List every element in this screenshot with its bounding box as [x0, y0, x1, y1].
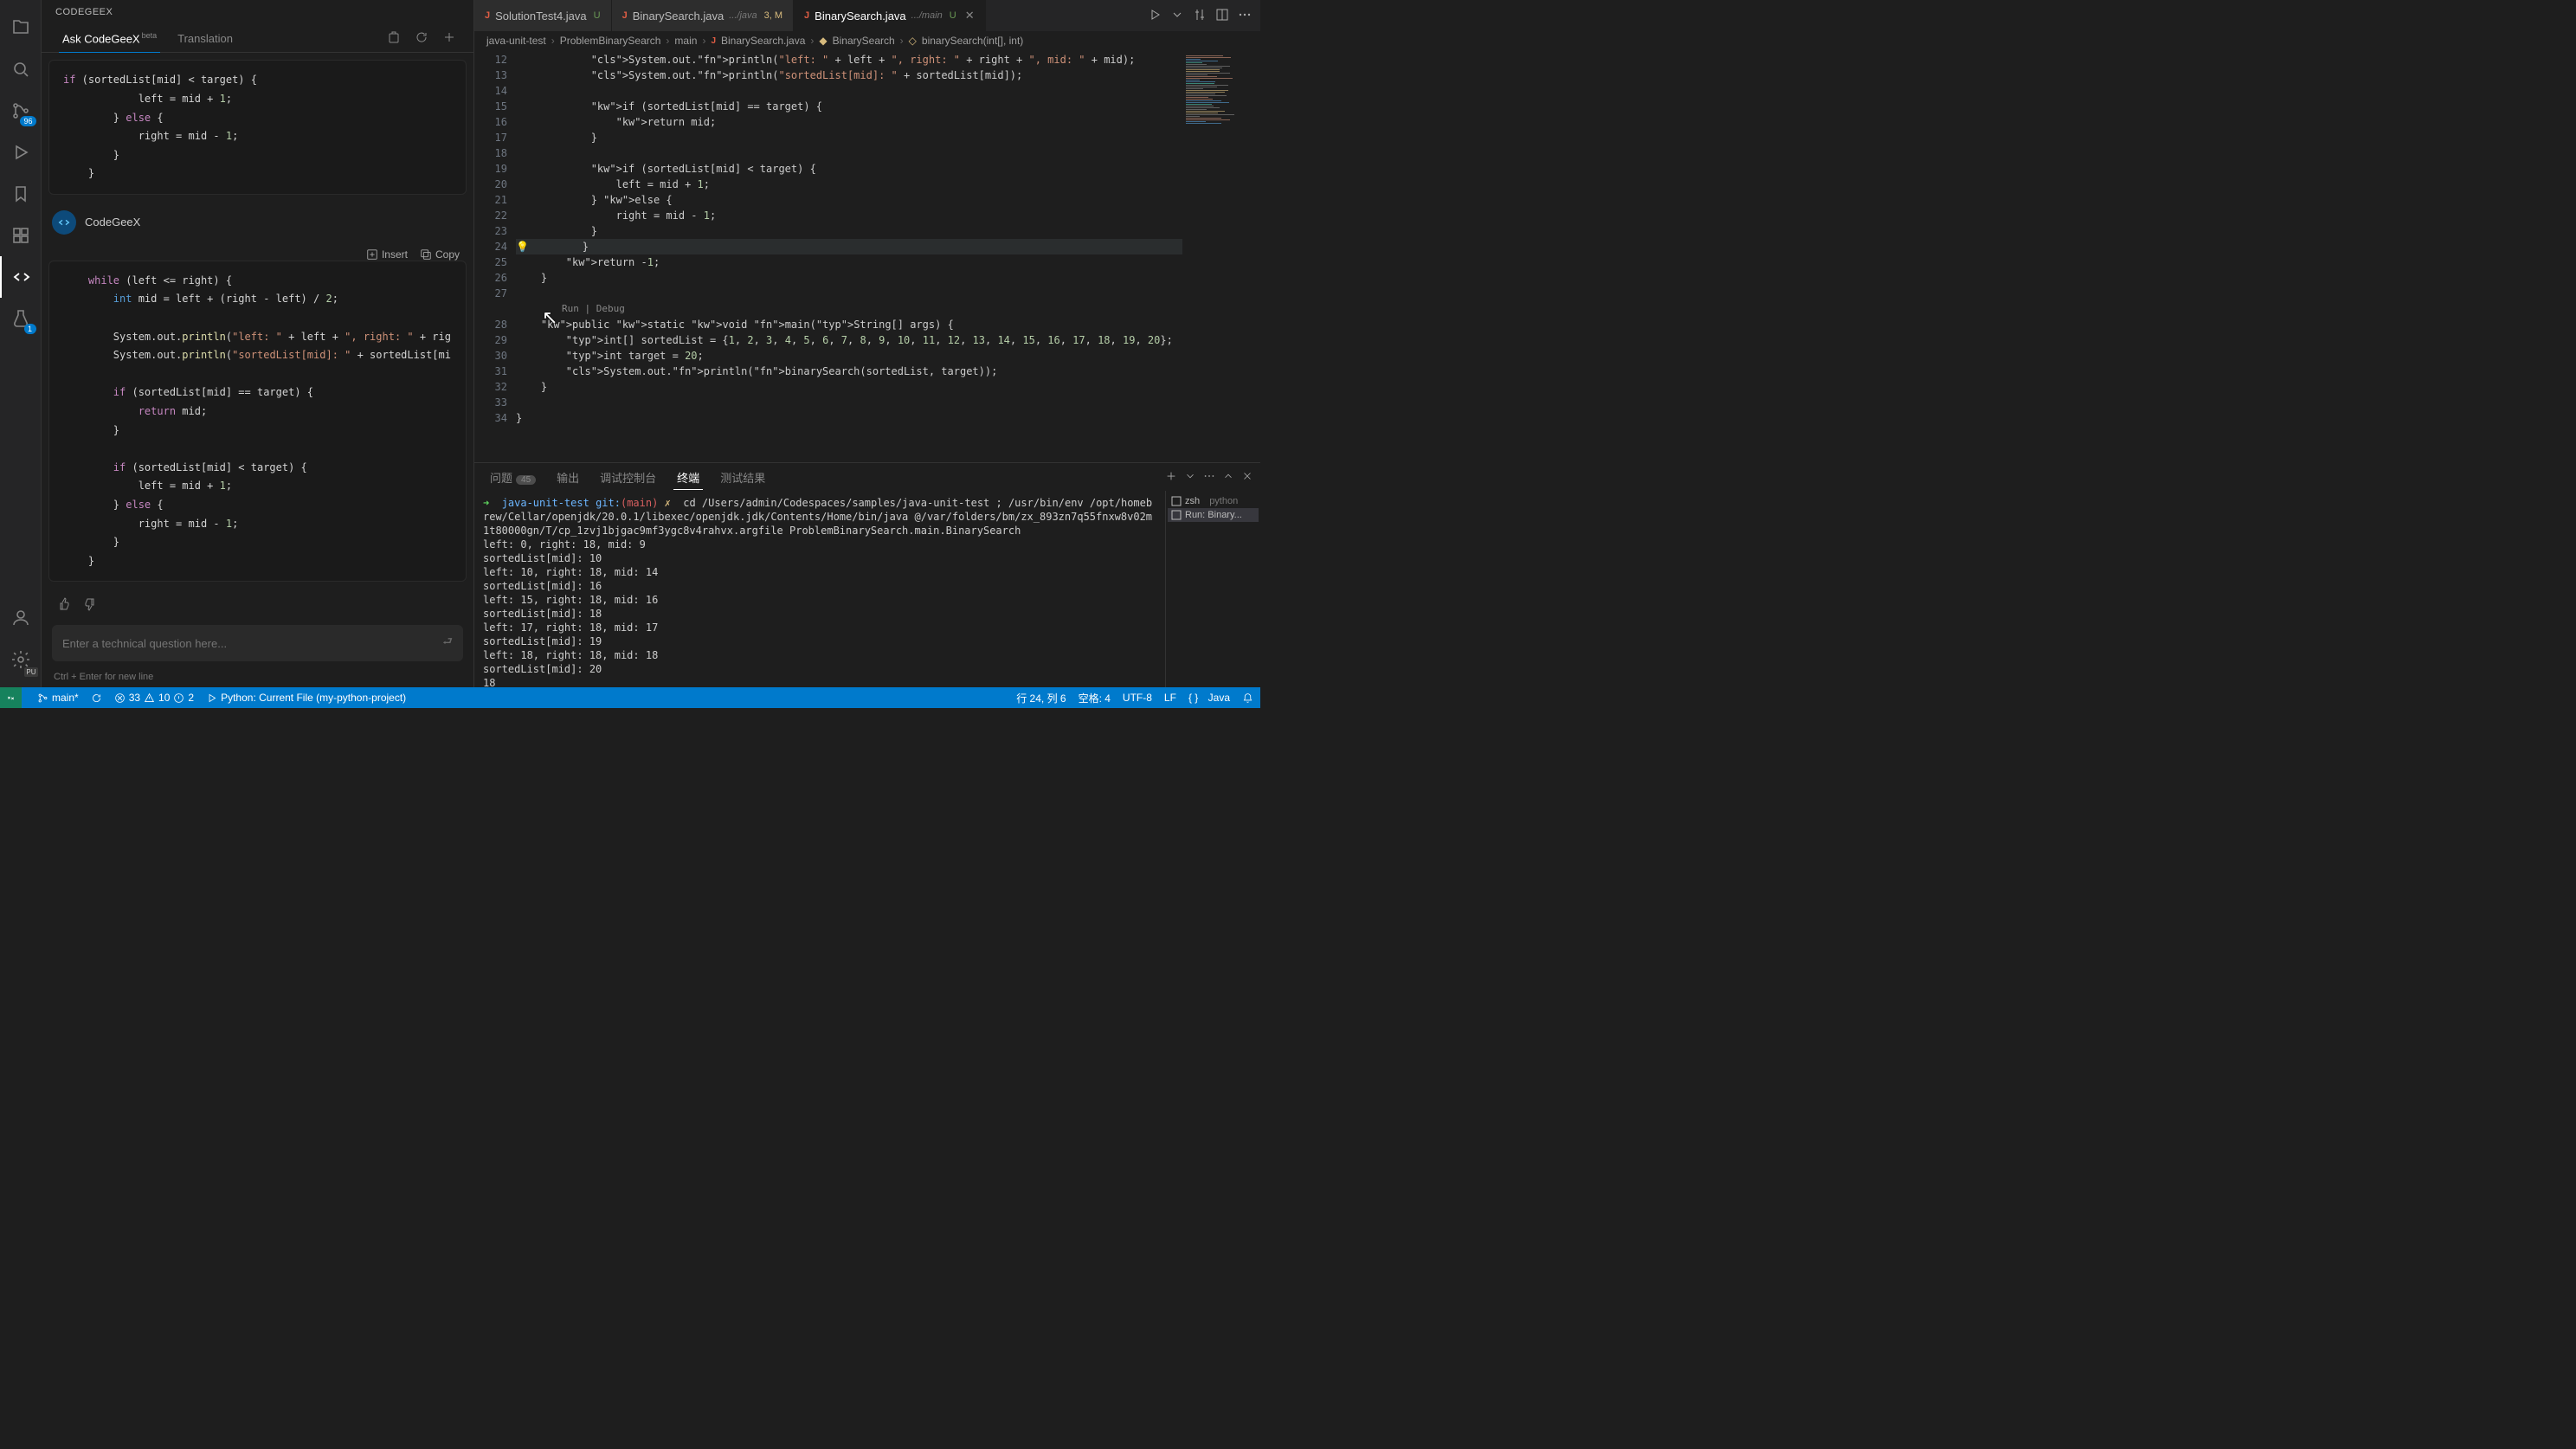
test-badge: 1 [24, 324, 36, 334]
chat-code-block-1: if (sortedList[mid] < target) { left = m… [48, 60, 467, 195]
terminal-list: zsh python Run: Binary... [1165, 491, 1260, 687]
run-debug-icon[interactable] [0, 132, 42, 173]
tab-binarysearch-main[interactable]: JBinarySearch.java.../mainU✕ [794, 0, 986, 31]
codelens-debug[interactable]: Debug [596, 303, 625, 314]
new-terminal-icon[interactable] [1165, 470, 1177, 485]
new-chat-icon[interactable] [435, 25, 463, 52]
terminal-chevron-icon[interactable] [1184, 470, 1196, 485]
more-icon[interactable] [1238, 8, 1252, 24]
code-editor[interactable]: 1213141516171819202122232425262728293031… [474, 50, 1260, 462]
codegeex-icon[interactable] [0, 256, 42, 298]
copy-button[interactable]: Copy [420, 248, 460, 261]
minimap[interactable] [1182, 50, 1260, 462]
clear-icon[interactable] [380, 25, 408, 52]
codegeex-sidebar: CODEGEEX Ask CodeGeeXbeta Translation if… [42, 0, 474, 687]
tab-ask-codegeex[interactable]: Ask CodeGeeXbeta [52, 24, 167, 52]
panel-tab-output[interactable]: 输出 [548, 466, 588, 489]
tab-solutiontest4[interactable]: JSolutionTest4.javaU [474, 0, 612, 31]
status-bar: main* 33 10 2 Python: Current File (my-p… [0, 687, 1260, 708]
insert-button[interactable]: Insert [366, 248, 408, 261]
chat-hint: Ctrl + Enter for new line [42, 668, 473, 687]
chat-input[interactable]: ⮐ [52, 625, 463, 661]
run-icon[interactable] [1148, 8, 1162, 24]
sidebar-title: CODEGEEX [42, 0, 473, 24]
chat-code-block-2: while (left <= right) { int mid = left +… [48, 261, 467, 583]
split-icon[interactable] [1215, 8, 1229, 24]
chat-input-field[interactable] [62, 637, 442, 650]
close-icon[interactable]: ✕ [965, 9, 975, 23]
panel-tab-terminal[interactable]: 终端 [668, 466, 708, 489]
activity-bar: 96 1 PU [0, 0, 42, 687]
editor-tabs: JSolutionTest4.javaU JBinarySearch.java.… [474, 0, 1260, 31]
terminal-item-run[interactable]: Run: Binary... [1168, 508, 1259, 522]
status-spaces[interactable]: 空格: 4 [1079, 691, 1111, 705]
maximize-panel-icon[interactable] [1222, 470, 1234, 485]
close-panel-icon[interactable] [1241, 470, 1253, 485]
settings-icon[interactable]: PU [0, 639, 42, 680]
send-icon[interactable]: ⮐ [442, 634, 453, 653]
chat-scroll[interactable]: if (sortedList[mid] < target) { left = m… [42, 53, 473, 618]
thumbs-up-icon[interactable] [57, 597, 71, 614]
tab-binarysearch-java[interactable]: JBinarySearch.java.../java3, M [612, 0, 794, 31]
status-language[interactable]: { } Java [1188, 692, 1230, 704]
bookmark-icon[interactable] [0, 173, 42, 215]
status-notifications-icon[interactable] [1242, 692, 1253, 704]
diff-icon[interactable] [1193, 8, 1207, 24]
explorer-icon[interactable] [0, 7, 42, 48]
bot-name: CodeGeeX [85, 216, 140, 229]
tab-translation[interactable]: Translation [167, 25, 243, 52]
status-debug-target[interactable]: Python: Current File (my-python-project) [206, 692, 406, 704]
status-cursor[interactable]: 行 24, 列 6 [1016, 691, 1066, 705]
codelens-run[interactable]: Run [562, 303, 579, 314]
bot-avatar [52, 210, 76, 235]
pu-badge: PU [24, 667, 37, 677]
thumbs-down-icon[interactable] [83, 597, 97, 614]
account-icon[interactable] [0, 597, 42, 639]
terminal-output[interactable]: ➜ java-unit-test git:(main) ✗ cd /Users/… [474, 491, 1165, 687]
remote-indicator[interactable] [0, 687, 22, 708]
scm-badge: 96 [20, 116, 35, 126]
status-branch[interactable]: main* [37, 692, 79, 704]
panel-tab-problems[interactable]: 问题45 [481, 466, 544, 489]
panel-tab-debug-console[interactable]: 调试控制台 [591, 466, 665, 489]
chevron-down-icon[interactable] [1170, 8, 1184, 24]
search-icon[interactable] [0, 48, 42, 90]
breadcrumb[interactable]: java-unit-test› ProblemBinarySearch› mai… [474, 31, 1260, 50]
bottom-panel: 问题45 输出 调试控制台 终端 测试结果 ➜ java-unit-test g… [474, 462, 1260, 687]
extensions-icon[interactable] [0, 215, 42, 256]
source-control-icon[interactable]: 96 [0, 90, 42, 132]
editor-column: JSolutionTest4.javaU JBinarySearch.java.… [474, 0, 1260, 687]
status-errors[interactable]: 33 10 2 [114, 692, 194, 704]
panel-more-icon[interactable] [1203, 470, 1215, 485]
status-sync[interactable] [91, 692, 102, 704]
terminal-item-zsh[interactable]: zsh python [1168, 494, 1259, 508]
test-icon[interactable]: 1 [0, 298, 42, 339]
status-eol[interactable]: LF [1164, 692, 1176, 704]
panel-tab-test-results[interactable]: 测试结果 [712, 466, 774, 489]
status-encoding[interactable]: UTF-8 [1123, 692, 1152, 704]
refresh-icon[interactable] [408, 25, 435, 52]
